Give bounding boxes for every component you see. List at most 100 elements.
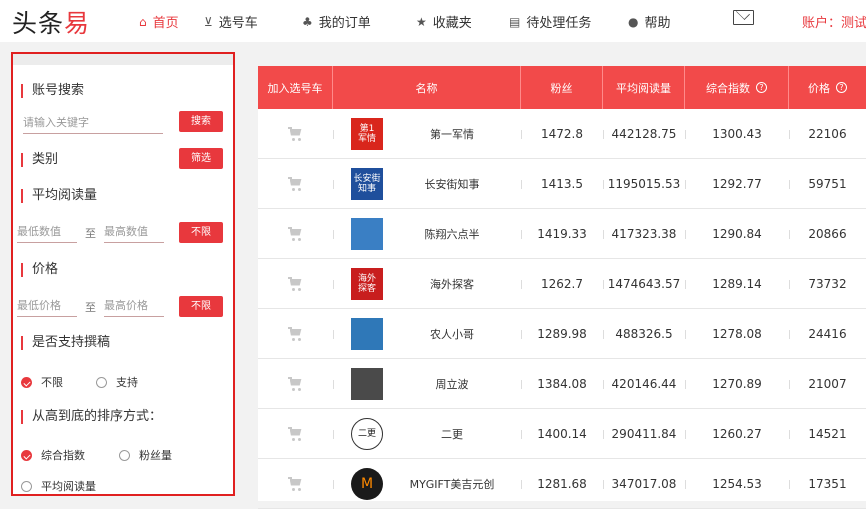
- read-min-input[interactable]: 最低数值: [17, 223, 77, 243]
- cart-icon[interactable]: [287, 376, 304, 391]
- account-name[interactable]: MYGIFT美吉元创: [383, 476, 521, 492]
- table-row: 陈翔六点半 1419.33 417323.38 1290.84 20866: [258, 209, 866, 259]
- col-price-label: 价格: [808, 81, 830, 95]
- price-range: 最低价格 至 最高价格: [17, 297, 164, 317]
- keyword-input[interactable]: 请输入关键字: [23, 114, 163, 134]
- table-row: 海外 探客 海外探客 1262.7 1474643.57 1289.14 73732: [258, 259, 866, 309]
- index-cell: 1300.43: [685, 109, 789, 159]
- cart-icon[interactable]: [287, 326, 304, 341]
- help-circle-icon[interactable]: ?: [756, 82, 767, 93]
- draft-option-support-label: 支持: [116, 376, 138, 389]
- sort-option-fans[interactable]: 粉丝量: [119, 447, 172, 463]
- avatar[interactable]: M: [351, 467, 383, 500]
- radio-unchecked-icon[interactable]: [21, 480, 32, 492]
- draft-option-support[interactable]: 支持: [96, 374, 138, 390]
- search-button[interactable]: 搜索: [179, 111, 223, 132]
- radio-checked-icon[interactable]: [21, 376, 32, 388]
- name-cell: 第1 军情 第一军情: [333, 109, 521, 159]
- col-index[interactable]: 综合指数?: [685, 66, 789, 109]
- account-table: 加入选号车 名称 粉丝 平均阅读量 综合指数? 价格? 第1 军情 第一军情 147…: [258, 66, 866, 509]
- read-max-input[interactable]: 最高数值: [104, 223, 164, 243]
- filter-button[interactable]: 筛选: [179, 148, 223, 169]
- draft-option-unlimited-label: 不限: [41, 376, 63, 389]
- avatar[interactable]: 长安街 知事: [351, 167, 383, 200]
- col-add-cart[interactable]: 加入选号车: [258, 66, 333, 109]
- price-cell: 21007: [789, 359, 866, 409]
- nav-item-3[interactable]: ★ 收藏夹: [416, 12, 472, 32]
- price-unlimited-button[interactable]: 不限: [179, 296, 223, 317]
- add-cart-cell: [258, 159, 333, 209]
- logo-accent: 易: [64, 9, 91, 38]
- fans-cell: 1400.14: [521, 409, 603, 459]
- keyword-search-title: 账号搜索: [21, 84, 84, 98]
- sidebar-top-strip: [13, 54, 233, 65]
- account-name[interactable]: 二更: [383, 426, 521, 442]
- price-to-label: 至: [85, 301, 96, 314]
- avatar[interactable]: 二更: [351, 417, 383, 450]
- radio-unchecked-icon[interactable]: [119, 449, 130, 461]
- name-cell: 周立波: [333, 359, 521, 409]
- help-circle-icon[interactable]: ?: [836, 82, 847, 93]
- price-cell: 59751: [789, 159, 866, 209]
- radio-checked-icon[interactable]: [21, 449, 32, 461]
- avatar[interactable]: [351, 217, 383, 250]
- draft-option-unlimited[interactable]: 不限: [21, 374, 63, 390]
- fans-cell: 1262.7: [521, 259, 603, 309]
- star-icon: ★: [416, 14, 427, 29]
- account-name[interactable]: 长安街知事: [383, 176, 521, 192]
- avatar[interactable]: [351, 317, 383, 350]
- nav-item-5[interactable]: ● 帮助: [628, 12, 671, 32]
- add-cart-cell: [258, 409, 333, 459]
- name-cell: 农人小哥: [333, 309, 521, 359]
- sort-option-index[interactable]: 综合指数: [21, 447, 85, 463]
- fans-cell: 1281.68: [521, 459, 603, 509]
- avatar[interactable]: 海外 探客: [351, 267, 383, 300]
- cart-icon[interactable]: [287, 426, 304, 441]
- read-to-label: 至: [85, 227, 96, 240]
- table-row: M MYGIFT美吉元创 1281.68 347017.08 1254.53 17351: [258, 459, 866, 509]
- avg-read-cell: 442128.75: [603, 109, 685, 159]
- sort-option-fans-label: 粉丝量: [139, 449, 172, 462]
- price-cell: 22106: [789, 109, 866, 159]
- avatar[interactable]: 第1 军情: [351, 117, 383, 150]
- name-cell: 陈翔六点半: [333, 209, 521, 259]
- price-min-input[interactable]: 最低价格: [17, 297, 77, 317]
- table-row: 第1 军情 第一军情 1472.8 442128.75 1300.43 22106: [258, 109, 866, 159]
- logo[interactable]: 头条易: [12, 4, 90, 40]
- avatar[interactable]: [351, 367, 383, 400]
- account-label[interactable]: 账户：测试: [802, 12, 866, 31]
- nav-item-1[interactable]: ⊻ 选号车: [204, 12, 258, 32]
- col-fans[interactable]: 粉丝: [521, 66, 603, 109]
- sort-option-reads[interactable]: 平均阅读量: [21, 478, 96, 494]
- cart-icon[interactable]: [287, 276, 304, 291]
- mail-icon[interactable]: [733, 10, 754, 25]
- cart-icon[interactable]: [287, 126, 304, 141]
- account-name[interactable]: 第一军情: [383, 126, 521, 142]
- cart-icon[interactable]: [287, 226, 304, 241]
- account-name[interactable]: 陈翔六点半: [383, 226, 521, 242]
- price-max-input[interactable]: 最高价格: [104, 297, 164, 317]
- account-name[interactable]: 农人小哥: [383, 326, 521, 342]
- fans-cell: 1419.33: [521, 209, 603, 259]
- col-avg-read[interactable]: 平均阅读量: [603, 66, 685, 109]
- account-name[interactable]: 海外探客: [383, 276, 521, 292]
- home-icon: ⌂: [139, 14, 147, 29]
- table-row: 农人小哥 1289.98 488326.5 1278.08 24416: [258, 309, 866, 359]
- name-cell: 二更 二更: [333, 409, 521, 459]
- cart-icon[interactable]: [287, 176, 304, 191]
- price-title: 价格: [21, 263, 58, 277]
- name-cell: 海外 探客 海外探客: [333, 259, 521, 309]
- nav-item-4[interactable]: ▤ 待处理任务: [509, 12, 592, 32]
- read-unlimited-button[interactable]: 不限: [179, 222, 223, 243]
- nav-label: 待处理任务: [526, 16, 592, 31]
- radio-unchecked-icon[interactable]: [96, 376, 107, 388]
- nav-item-2[interactable]: ♣ 我的订单: [302, 12, 371, 32]
- nav-item-0[interactable]: ⌂ 首页: [139, 12, 179, 32]
- name-cell: M MYGIFT美吉元创: [333, 459, 521, 509]
- add-cart-cell: [258, 259, 333, 309]
- nav-label: 选号车: [218, 16, 258, 31]
- col-price[interactable]: 价格?: [789, 66, 866, 109]
- col-name[interactable]: 名称: [333, 66, 521, 109]
- cart-icon[interactable]: [287, 476, 304, 491]
- account-name[interactable]: 周立波: [383, 376, 521, 392]
